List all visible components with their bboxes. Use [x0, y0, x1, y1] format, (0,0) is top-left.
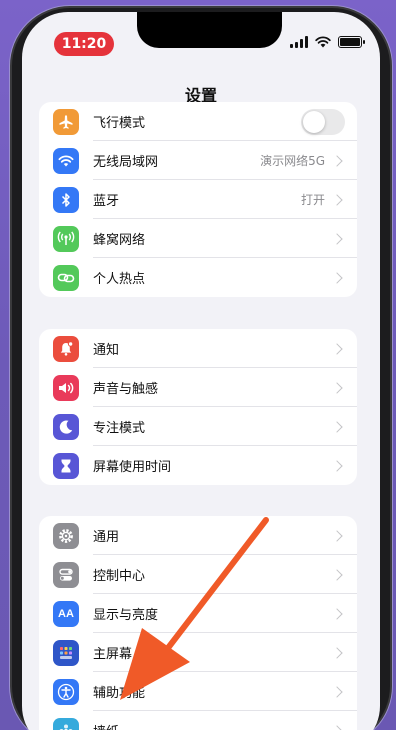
status-icons — [290, 36, 365, 48]
airplane-icon — [53, 108, 79, 135]
settings-row-airplane-mode[interactable]: 飞行模式 — [39, 102, 357, 141]
settings-row-home-screen[interactable]: 主屏幕 — [39, 633, 357, 672]
chevron-right-icon — [331, 154, 343, 167]
battery-icon — [338, 36, 365, 48]
row-label: 声音与触感 — [93, 382, 159, 397]
moon-icon — [53, 413, 79, 440]
row-label: 蜂窝网络 — [93, 233, 146, 248]
bluetooth-icon — [53, 186, 79, 213]
chevron-right-icon — [331, 271, 343, 284]
hourglass-icon — [53, 452, 79, 479]
settings-row-general[interactable]: 通用 — [39, 516, 357, 555]
row-label: 控制中心 — [93, 569, 146, 584]
gear-icon — [53, 522, 79, 549]
row-label: 主屏幕 — [93, 647, 133, 662]
notch — [137, 12, 282, 48]
wallpaper-icon — [53, 717, 79, 730]
chevron-right-icon — [331, 342, 343, 355]
cellular-icon — [53, 225, 79, 252]
chevron-right-icon — [331, 568, 343, 581]
row-label: 蓝牙 — [93, 194, 120, 209]
row-label: 辅助功能 — [93, 686, 146, 701]
chevron-right-icon — [331, 420, 343, 433]
chevron-right-icon — [331, 193, 343, 206]
cellular-signal-icon — [290, 36, 308, 48]
chevron-right-icon — [331, 529, 343, 542]
row-label: 专注模式 — [93, 421, 146, 436]
settings-row-sounds[interactable]: 声音与触感 — [39, 368, 357, 407]
wifi-network-name: 演示网络5G — [260, 154, 325, 168]
bluetooth-status: 打开 — [300, 193, 325, 207]
airplane-mode-toggle[interactable] — [301, 108, 345, 135]
settings-row-display[interactable]: AA 显示与亮度 — [39, 594, 357, 633]
settings-row-cellular[interactable]: 蜂窝网络 — [39, 219, 357, 258]
row-label: 屏幕使用时间 — [93, 460, 172, 475]
chevron-right-icon — [331, 459, 343, 472]
control-center-icon — [53, 561, 79, 588]
status-time: 11:20 — [54, 32, 114, 56]
settings-group-connectivity: 飞行模式 无线局域网 演示网络5G 蓝牙 打开 蜂窝网络 个人热点 — [39, 102, 357, 297]
row-label: 飞行模式 — [93, 116, 146, 131]
settings-row-hotspot[interactable]: 个人热点 — [39, 258, 357, 297]
settings-row-wifi[interactable]: 无线局域网 演示网络5G — [39, 141, 357, 180]
settings-row-screen-time[interactable]: 屏幕使用时间 — [39, 446, 357, 485]
row-label: 通知 — [93, 343, 120, 358]
wifi-status-icon — [315, 36, 331, 48]
row-label: 显示与亮度 — [93, 608, 159, 623]
display-icon: AA — [53, 600, 79, 627]
settings-row-control-center[interactable]: 控制中心 — [39, 555, 357, 594]
chevron-right-icon — [331, 607, 343, 620]
chevron-right-icon — [331, 232, 343, 245]
chevron-right-icon — [331, 381, 343, 394]
hotspot-icon — [53, 264, 79, 291]
chevron-right-icon — [331, 724, 343, 730]
accessibility-icon — [53, 678, 79, 705]
settings-row-bluetooth[interactable]: 蓝牙 打开 — [39, 180, 357, 219]
chevron-right-icon — [331, 646, 343, 659]
speaker-icon — [53, 374, 79, 401]
row-label: 无线局域网 — [93, 155, 159, 170]
wifi-icon — [53, 147, 79, 174]
row-label: 墙纸 — [93, 721, 333, 730]
chevron-right-icon — [331, 685, 343, 698]
settings-row-wallpaper[interactable]: 墙纸 — [39, 711, 357, 730]
settings-row-accessibility[interactable]: 辅助功能 — [39, 672, 357, 711]
settings-group-notifications: 通知 声音与触感 专注模式 屏幕使用时间 — [39, 329, 357, 485]
settings-group-general: 通用 控制中心 AA 显示与亮度 主屏幕 辅助功能 — [39, 516, 357, 730]
row-label: 个人热点 — [93, 272, 146, 287]
settings-row-notifications[interactable]: 通知 — [39, 329, 357, 368]
home-screen-icon — [53, 639, 79, 666]
notification-icon — [53, 335, 79, 362]
settings-row-focus[interactable]: 专注模式 — [39, 407, 357, 446]
settings-screen: 11:20 设置 飞行模式 无线局域网 演示网络5G 蓝牙 打开 蜂窝网络 个人… — [22, 12, 380, 730]
row-label: 通用 — [93, 530, 120, 545]
